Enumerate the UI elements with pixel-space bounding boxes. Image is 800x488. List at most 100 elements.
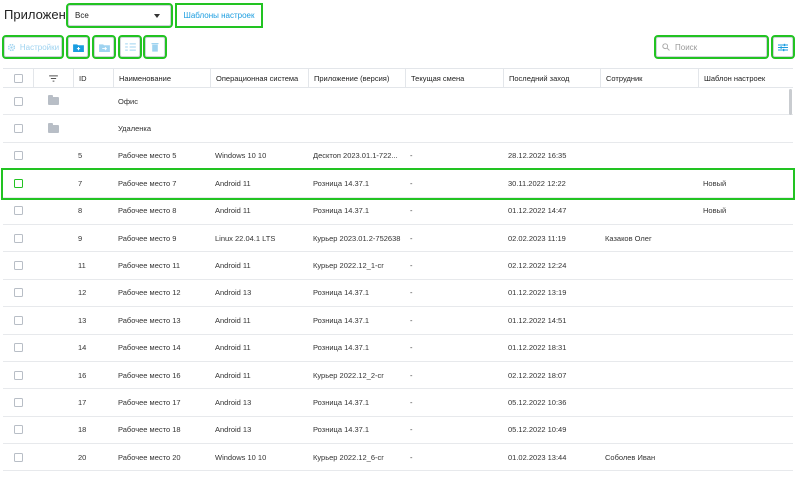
row-checkbox[interactable]: [3, 170, 33, 196]
cell-settings-template: [698, 280, 788, 306]
table-row[interactable]: 5 Рабочее место 5 Windows 10 10 Десктоп 202…: [3, 143, 793, 171]
cell-os: Android 11: [215, 343, 251, 353]
checkbox-box: [13, 124, 23, 134]
row-checkbox[interactable]: [3, 280, 33, 306]
cell-name: Рабочее место 7: [118, 178, 177, 188]
column-header-app-version[interactable]: Приложение (версия): [308, 69, 405, 88]
cell-employee: [600, 252, 697, 278]
table-row[interactable]: 18 Рабочее место 18 Android 13 Розница 14.3…: [3, 417, 793, 445]
row-checkbox[interactable]: [3, 335, 33, 361]
row-checkbox[interactable]: [3, 362, 33, 388]
cell-app-version: Розница 14.37.1: [313, 206, 370, 216]
add-folder-icon: [72, 43, 84, 52]
cell-id: 7: [78, 178, 83, 188]
table-row[interactable]: 8 Рабочее место 8 Android 11 Розница 14.37.…: [3, 198, 793, 225]
table-row[interactable]: 12 Рабочее место 12 Android 13 Розница 14.3…: [3, 280, 793, 308]
cell-os: Android 11: [215, 370, 251, 380]
column-header-employee[interactable]: Сотрудник: [600, 69, 697, 88]
app-select-value: Все: [75, 11, 89, 20]
checkbox-box: [13, 74, 23, 83]
table-body: Офис Удаленка 5 Рабочее место 5 Windows 10 1…: [1, 88, 795, 472]
cell-employee: [600, 307, 697, 333]
column-header-last-login[interactable]: Последний заход: [503, 69, 600, 88]
settings-button[interactable]: Настройки: [2, 35, 64, 59]
column-header-os[interactable]: Операционная система: [210, 69, 307, 88]
column-header-settings-template[interactable]: Шаблон настроек: [698, 69, 788, 88]
cell-id: 14: [78, 343, 87, 353]
top-bar: Приложение Все Шаблоны настроек: [0, 0, 800, 34]
cell-current-shift: -: [410, 151, 413, 161]
cell-last-login: 01.12.2022 18:31: [508, 343, 567, 353]
column-header-current-shift[interactable]: Текущая смена: [405, 69, 502, 88]
folder-icon-cell: [33, 115, 73, 141]
cell-app-version: Розница 14.37.1: [313, 425, 370, 435]
row-checkbox[interactable]: [3, 198, 33, 224]
settings-label: Настройки: [19, 42, 60, 52]
row-checkbox[interactable]: [3, 252, 33, 278]
folder-row[interactable]: Удаленка: [3, 115, 793, 143]
row-checkbox[interactable]: [3, 143, 33, 169]
cell-app-version: Розница 14.37.1: [313, 343, 370, 353]
checkbox-box: [13, 151, 23, 161]
scrollbar[interactable]: [789, 89, 792, 115]
cell-app-version: Десктоп 2023.01.1-722...: [313, 151, 398, 161]
table-row[interactable]: 9 Рабочее место 9 Linux 22.04.1 LTS Курьер …: [3, 225, 793, 253]
table-row[interactable]: 13 Рабочее место 13 Android 11 Розница 14.3…: [3, 307, 793, 335]
table-row[interactable]: 20 Рабочее место 20 Windows 10 10 Курьер 20…: [3, 444, 793, 472]
row-checkbox[interactable]: [3, 115, 33, 141]
row-checkbox[interactable]: [3, 307, 33, 333]
table-row[interactable]: 11 Рабочее место 11 Android 11 Курьер 2022.…: [3, 252, 793, 280]
column-header-id[interactable]: ID: [73, 69, 113, 88]
list-icon: [124, 43, 136, 51]
cell-employee: [600, 170, 697, 196]
column-header-name[interactable]: Наименование: [113, 69, 209, 88]
cell-current-shift: -: [410, 261, 413, 271]
checkbox-box: [13, 233, 23, 243]
cell-os: Linux 22.04.1 LTS: [215, 233, 276, 243]
row-checkbox[interactable]: [3, 417, 33, 443]
add-folder-button[interactable]: [66, 35, 90, 59]
row-checkbox[interactable]: [3, 444, 33, 470]
cell-name: Рабочее место 11: [118, 261, 181, 271]
templates-button[interactable]: Шаблоны настроек: [175, 3, 263, 28]
cell-employee: Соболев Иван: [605, 452, 656, 462]
cell-settings-template: Новый: [703, 178, 727, 188]
cell-settings-template: [698, 143, 788, 169]
search-input[interactable]: Поиск: [654, 35, 769, 59]
folder-row[interactable]: Офис: [3, 88, 793, 116]
cell-id: 11: [78, 261, 86, 271]
cell-name: Рабочее место 20: [118, 452, 181, 462]
cell-employee: [600, 389, 697, 415]
folder-icon: [47, 95, 59, 106]
row-checkbox[interactable]: [3, 88, 33, 114]
list-button[interactable]: [118, 35, 142, 59]
cell-id: 12: [78, 288, 87, 298]
cell-last-login: 30.11.2022 12:22: [508, 178, 566, 188]
select-all-checkbox[interactable]: [3, 69, 33, 88]
row-checkbox[interactable]: [3, 389, 33, 415]
cell-app-version: Курьер 2023.01.2-752638: [313, 233, 401, 243]
column-filter-button[interactable]: [33, 69, 73, 88]
filter-icon: [49, 75, 58, 82]
cell-current-shift: -: [410, 397, 413, 407]
table-row[interactable]: 14 Рабочее место 14 Android 11 Розница 14.3…: [3, 335, 793, 362]
cell-employee: [600, 280, 697, 306]
cell-id: 17: [78, 397, 87, 407]
cell-app-version: Розница 14.37.1: [313, 315, 370, 325]
cell-current-shift: -: [410, 425, 413, 435]
folder-icon-cell: [33, 88, 73, 114]
cell-settings-template: [698, 444, 788, 470]
cell-last-login: 28.12.2022 16:35: [508, 151, 567, 161]
table-row[interactable]: 7 Рабочее место 7 Android 11 Розница 14.37.…: [1, 168, 795, 200]
app-select[interactable]: Все: [66, 3, 173, 28]
move-to-folder-button[interactable]: [92, 35, 116, 59]
table-row[interactable]: 16 Рабочее место 16 Android 11 Курьер 2022.…: [3, 362, 793, 390]
cell-id: 16: [78, 370, 87, 380]
workplaces-table: ID Наименование Операционная система При…: [1, 68, 795, 472]
table-row[interactable]: 17 Рабочее место 17 Android 13 Розница 14.3…: [3, 389, 793, 417]
row-checkbox[interactable]: [3, 225, 33, 251]
filter-settings-button[interactable]: [771, 35, 795, 59]
cell-current-shift: -: [410, 452, 413, 462]
delete-button[interactable]: [143, 35, 167, 59]
cell-current-shift: -: [410, 178, 413, 188]
